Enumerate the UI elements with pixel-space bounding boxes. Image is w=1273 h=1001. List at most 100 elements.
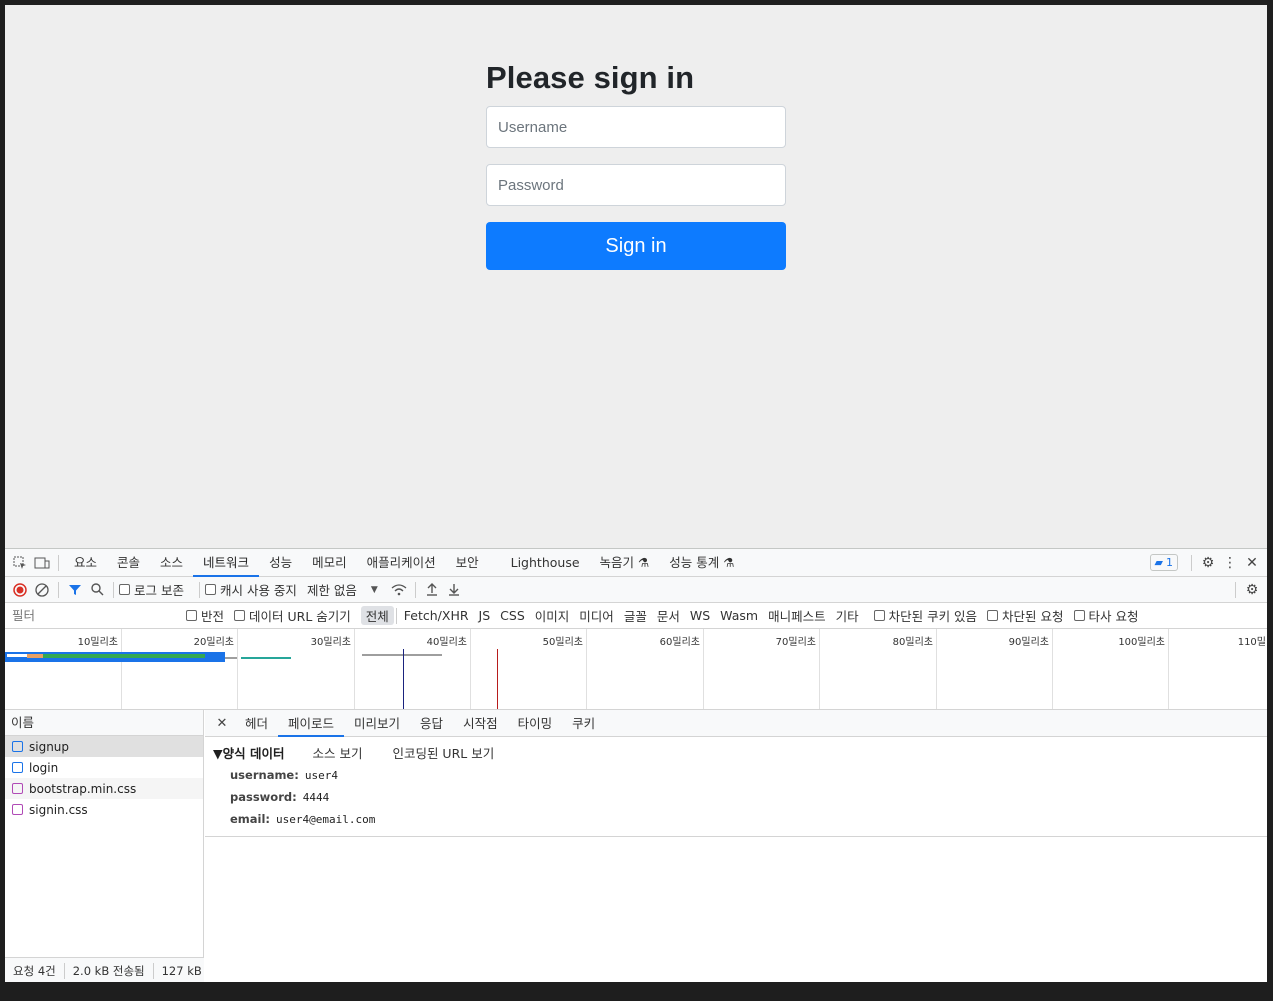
signin-form: Please sign in Sign in: [486, 60, 786, 270]
password-input[interactable]: [486, 164, 786, 206]
close-icon[interactable]: ✕: [1241, 552, 1263, 574]
throttle-value: 제한 없음: [306, 583, 357, 598]
tab-timing[interactable]: 타이밍: [508, 710, 563, 737]
tab-memory[interactable]: 메모리: [302, 549, 357, 577]
issues-count: 1: [1166, 556, 1173, 569]
timeline-bar-ssl: [27, 654, 43, 658]
network-filter-bar: 반전 데이터 URL 숨기기 전체 Fetch/XHR JS CSS 이미지 미…: [5, 603, 1267, 629]
tab-elements[interactable]: 요소: [64, 549, 107, 577]
tab-console[interactable]: 콘솔: [107, 549, 150, 577]
timeline-tick-label: 50밀리초: [542, 637, 583, 648]
timeline-tick-label: 70밀리초: [775, 637, 816, 648]
timeline-gridline: 70밀리초: [776, 629, 820, 709]
request-row-signin-css[interactable]: signin.css: [5, 799, 203, 820]
filter-type-wasm[interactable]: Wasm: [715, 608, 763, 623]
filter-type-font[interactable]: 글꼴: [619, 606, 652, 625]
timeline-gridline: 10밀리초: [78, 629, 122, 709]
record-stop-icon[interactable]: [9, 579, 31, 601]
device-toolbar-icon[interactable]: [31, 552, 53, 574]
domcontentloaded-marker: [403, 649, 404, 709]
tab-sources[interactable]: 소스: [150, 549, 193, 577]
filter-type-other[interactable]: 기타: [831, 606, 864, 625]
request-row-signup[interactable]: signup: [5, 736, 203, 757]
search-icon[interactable]: [86, 579, 108, 601]
disable-cache-checkbox[interactable]: 캐시 사용 중지: [204, 580, 297, 599]
window-edge-right: [1267, 0, 1273, 1001]
hide-data-urls-checkbox[interactable]: 데이터 URL 숨기기: [234, 606, 351, 625]
status-resources: 127 kB: [161, 963, 202, 978]
tab-performance-insights[interactable]: 성능 통계 ⚗: [659, 549, 744, 577]
form-field-value: user4@email.com: [276, 812, 376, 826]
timeline-gridline: 100밀리초: [1118, 629, 1169, 709]
tab-network[interactable]: 네트워크: [193, 549, 260, 577]
document-icon: [12, 762, 23, 773]
inspect-element-icon[interactable]: [9, 552, 31, 574]
timeline-bar-wait: [225, 657, 237, 659]
close-detail-icon[interactable]: ✕: [211, 712, 233, 734]
load-event-marker: [497, 649, 498, 709]
view-url-encoded-link[interactable]: 인코딩된 URL 보기: [392, 743, 494, 762]
request-row-login[interactable]: login: [5, 757, 203, 778]
filter-type-fetch-xhr[interactable]: Fetch/XHR: [399, 608, 474, 623]
throttle-select[interactable]: 제한 없음: [307, 580, 357, 599]
filter-type-ws[interactable]: WS: [685, 608, 715, 623]
timeline-tick-label: 20밀리초: [193, 637, 234, 648]
disable-cache-label: 캐시 사용 중지: [219, 583, 297, 598]
signin-button[interactable]: Sign in: [486, 222, 786, 270]
network-conditions-icon[interactable]: [388, 579, 410, 601]
blocked-requests-checkbox[interactable]: 차단된 요청: [987, 606, 1064, 625]
issues-badge[interactable]: ▰ 1: [1149, 554, 1178, 571]
filter-type-manifest[interactable]: 매니페스트: [763, 606, 831, 625]
flask-icon: ⚗: [723, 554, 735, 570]
chevron-down-icon[interactable]: ▼: [371, 585, 378, 595]
filter-type-image[interactable]: 이미지: [530, 606, 575, 625]
network-settings-gear-icon[interactable]: ⚙: [1241, 579, 1263, 601]
payload-content: ▼양식 데이터 소스 보기 인코딩된 URL 보기 username: user…: [205, 737, 1267, 830]
invert-checkbox[interactable]: 반전: [186, 606, 224, 625]
stylesheet-icon: [12, 783, 23, 794]
import-har-icon[interactable]: [421, 579, 443, 601]
filter-type-css[interactable]: CSS: [495, 608, 530, 623]
form-data-header[interactable]: ▼양식 데이터 소스 보기 인코딩된 URL 보기: [213, 743, 1267, 761]
settings-gear-icon[interactable]: ⚙: [1197, 552, 1219, 574]
tab-initiator[interactable]: 시작점: [453, 710, 508, 737]
tab-security[interactable]: 보안: [446, 549, 489, 577]
tab-performance[interactable]: 성능: [259, 549, 302, 577]
tab-headers[interactable]: 헤더: [235, 710, 278, 737]
export-har-icon[interactable]: [443, 579, 465, 601]
filter-icon[interactable]: [64, 579, 86, 601]
timeline-tick-label: 30밀리초: [310, 637, 351, 648]
view-source-link[interactable]: 소스 보기: [312, 743, 362, 762]
blocked-requests-label: 차단된 요청: [1002, 609, 1064, 624]
filter-input[interactable]: [8, 605, 174, 626]
blocked-cookies-checkbox[interactable]: 차단된 쿠키 있음: [873, 606, 977, 625]
tab-payload[interactable]: 페이로드: [278, 710, 345, 737]
detail-tabbar: ✕ 헤더 페이로드 미리보기 응답 시작점 타이밍 쿠키: [205, 710, 1267, 737]
more-options-icon[interactable]: ⋮: [1219, 552, 1241, 574]
tab-lighthouse[interactable]: Lighthouse: [501, 549, 590, 577]
name-column-header[interactable]: 이름: [5, 710, 203, 736]
tab-preview[interactable]: 미리보기: [344, 710, 410, 737]
devtools-panel: 요소 콘솔 소스 네트워크 성능 메모리 애플리케이션 보안 Lighthous…: [5, 548, 1267, 983]
request-row-bootstrap-css[interactable]: bootstrap.min.css: [5, 778, 203, 799]
filter-type-all[interactable]: 전체: [360, 606, 394, 625]
form-field-value: 4444: [302, 790, 330, 804]
preserve-log-checkbox[interactable]: 로그 보존: [119, 580, 184, 599]
clear-icon[interactable]: [31, 579, 53, 601]
timeline-gridline: 80밀리초: [893, 629, 937, 709]
preserve-log-label: 로그 보존: [134, 583, 184, 598]
status-transferred: 2.0 kB 전송됨: [65, 962, 154, 979]
third-party-checkbox[interactable]: 타사 요청: [1073, 606, 1139, 625]
tab-response[interactable]: 응답: [410, 710, 453, 737]
tab-cookies[interactable]: 쿠키: [562, 710, 605, 737]
network-timeline-overview[interactable]: 10밀리초 20밀리초 30밀리초 40밀리초 50밀리초 60밀리초 70밀리…: [5, 629, 1267, 710]
tab-recorder[interactable]: 녹음기 ⚗: [590, 549, 660, 577]
tab-application[interactable]: 애플리케이션: [357, 549, 446, 577]
filter-type-doc[interactable]: 문서: [652, 606, 685, 625]
form-data-title[interactable]: ▼양식 데이터: [213, 743, 284, 762]
filter-type-js[interactable]: JS: [474, 608, 496, 623]
timeline-tick-label: 60밀리초: [659, 637, 700, 648]
filter-type-media[interactable]: 미디어: [574, 606, 619, 625]
invert-label: 반전: [201, 609, 225, 624]
username-input[interactable]: [486, 106, 786, 148]
